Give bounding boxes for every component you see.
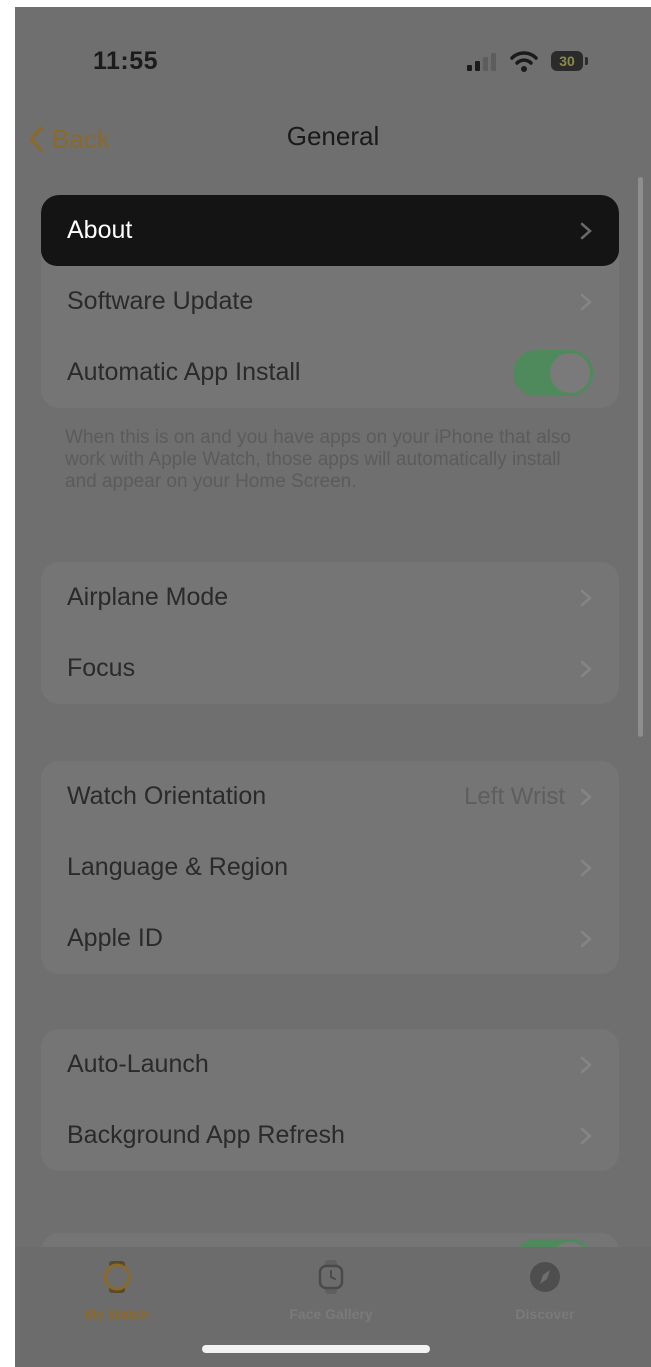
automatic-app-install-label: Automatic App Install: [67, 358, 301, 386]
language-region-row[interactable]: Language & Region: [41, 832, 619, 903]
automatic-app-install-row: Automatic App Install: [41, 337, 619, 408]
scrollbar[interactable]: [638, 177, 643, 737]
watch-orientation-value: Left Wrist: [464, 782, 565, 810]
toggle-knob: [550, 352, 590, 393]
home-indicator[interactable]: [202, 1345, 430, 1353]
battery-icon: 30: [551, 51, 583, 71]
focus-row[interactable]: Focus: [41, 633, 619, 704]
software-update-label: Software Update: [67, 287, 254, 315]
watch-orientation-label: Watch Orientation: [67, 782, 267, 810]
background-app-refresh-row[interactable]: Background App Refresh: [41, 1100, 619, 1171]
focus-label: Focus: [67, 654, 136, 682]
about-row[interactable]: About: [41, 195, 619, 266]
status-icons: 30: [467, 49, 607, 77]
chevron-right-icon: [580, 1056, 592, 1073]
software-update-row[interactable]: Software Update: [41, 266, 619, 337]
tab-face-gallery-label: Face Gallery: [289, 1306, 373, 1322]
airplane-mode-label: Airplane Mode: [67, 583, 229, 611]
page-title: General: [286, 121, 380, 151]
wifi-icon: [510, 51, 538, 72]
tab-discover-label: Discover: [515, 1306, 575, 1322]
auto-launch-row[interactable]: Auto-Launch: [41, 1029, 619, 1100]
general-group-3: Watch Orientation Left Wrist Language & …: [41, 761, 619, 974]
battery-tip: [585, 57, 588, 65]
watch-icon: [103, 1261, 131, 1293]
apple-id-label: Apple ID: [67, 924, 163, 952]
chevron-right-icon: [580, 660, 592, 677]
general-group-1: About Software Update Automatic App Inst…: [41, 195, 619, 408]
chevron-right-icon: [580, 589, 592, 606]
signal-icon: [467, 53, 496, 71]
background-app-refresh-label: Background App Refresh: [67, 1121, 345, 1149]
chevron-right-icon: [580, 788, 592, 805]
general-group-2: Airplane Mode Focus: [41, 562, 619, 704]
chevron-right-icon: [580, 222, 592, 239]
tab-face-gallery[interactable]: Face Gallery: [231, 1259, 431, 1322]
airplane-mode-row[interactable]: Airplane Mode: [41, 562, 619, 633]
status-time: 11:55: [93, 47, 159, 75]
watch-face-icon: [318, 1260, 344, 1294]
about-label: About: [67, 216, 133, 244]
chevron-right-icon: [580, 293, 592, 310]
watch-orientation-row[interactable]: Watch Orientation Left Wrist: [41, 761, 619, 832]
automatic-app-install-footnote: When this is on and you have apps on you…: [65, 427, 571, 492]
general-group-4: Auto-Launch Background App Refresh: [41, 1029, 619, 1171]
tab-my-watch[interactable]: My Watch: [17, 1259, 217, 1322]
chevron-right-icon: [580, 1127, 592, 1144]
apple-id-row[interactable]: Apple ID: [41, 903, 619, 974]
auto-launch-label: Auto-Launch: [67, 1050, 209, 1078]
tab-my-watch-label: My Watch: [84, 1306, 150, 1322]
language-region-label: Language & Region: [67, 853, 289, 881]
compass-icon: [530, 1262, 560, 1292]
phone-screen: 11:55 30 Back General About Software Upd…: [15, 7, 651, 1367]
chevron-right-icon: [580, 859, 592, 876]
chevron-right-icon: [580, 930, 592, 947]
tab-discover[interactable]: Discover: [445, 1259, 645, 1322]
automatic-app-install-toggle[interactable]: [513, 349, 593, 396]
